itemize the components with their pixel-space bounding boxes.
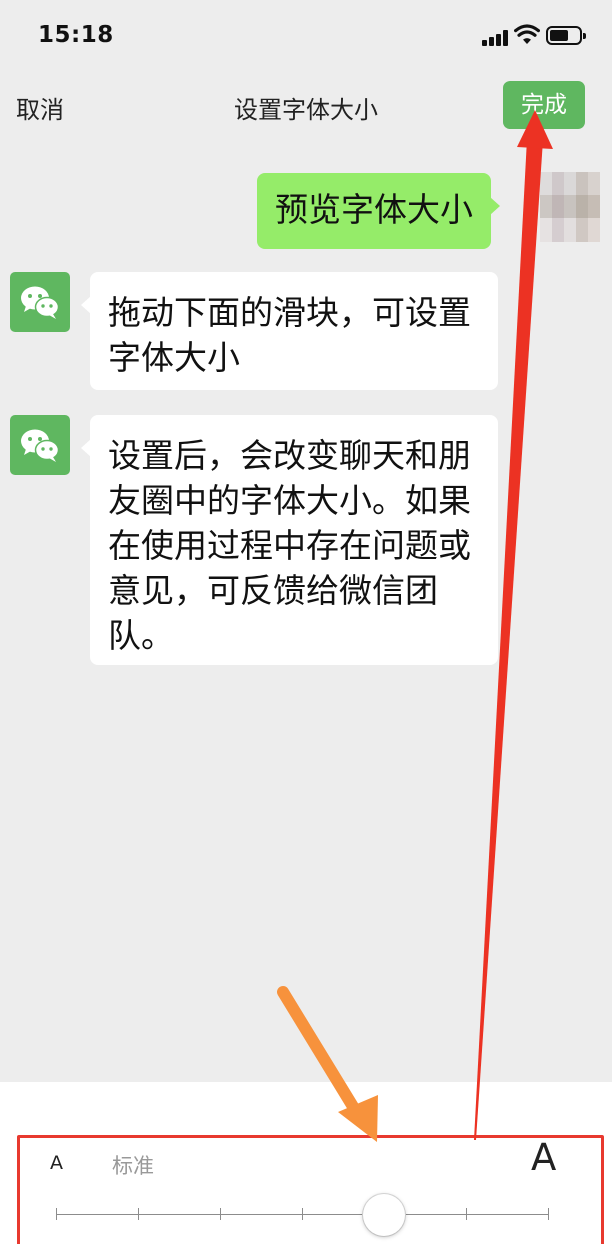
status-time: 15:18: [38, 22, 114, 48]
self-avatar: [540, 172, 600, 242]
nav-bar: 取消 设置字体大小 完成: [0, 72, 612, 138]
slider-tick[interactable]: [302, 1208, 303, 1220]
battery-icon: [546, 26, 586, 45]
large-font-label: A: [531, 1136, 557, 1179]
done-button[interactable]: 完成: [503, 81, 585, 129]
message-bubble: 拖动下面的滑块，可设置字体大小: [81, 272, 498, 390]
status-bar: 15:18: [0, 0, 612, 72]
wechat-logo-icon: [10, 415, 70, 475]
slider-tick[interactable]: [466, 1208, 467, 1220]
slider-tick[interactable]: [56, 1208, 57, 1220]
small-font-label: A: [50, 1152, 63, 1174]
self-message-bubble: 预览字体大小: [257, 173, 500, 249]
wifi-icon: [514, 24, 540, 46]
slider-tick[interactable]: [220, 1208, 221, 1220]
wechat-logo-icon: [10, 272, 70, 332]
slider-tick[interactable]: [138, 1208, 139, 1220]
slider-tick[interactable]: [548, 1208, 549, 1220]
slider-thumb[interactable]: [363, 1194, 405, 1236]
font-size-slider[interactable]: [56, 1185, 551, 1236]
current-size-label: 标准: [112, 1154, 154, 1178]
cellular-signal-icon: [482, 30, 510, 46]
message-bubble: 设置后，会改变聊天和朋友圈中的字体大小。如果在使用过程中存在问题或意见，可反馈给…: [81, 415, 498, 665]
